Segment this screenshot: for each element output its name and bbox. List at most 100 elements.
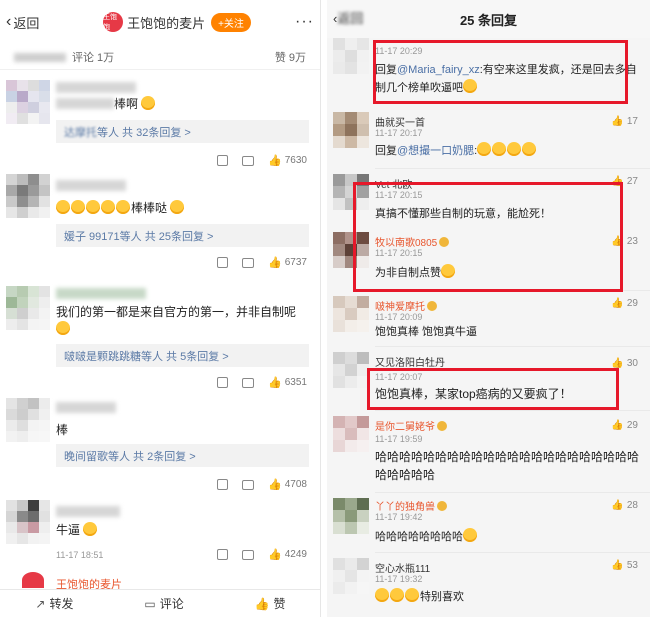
reply-summary-link[interactable]: 晚间留歌 等人 共 2条回复 > xyxy=(56,444,309,467)
avatar[interactable] xyxy=(6,500,50,544)
like-count: 6351 xyxy=(284,377,307,388)
crown-badge-icon xyxy=(437,501,447,511)
comment-icon[interactable] xyxy=(242,479,255,490)
stats-bar: 评论 1万 赞 9万 xyxy=(0,44,320,70)
reply-item: 丫丫的独角兽 11-17 19:42 👍 28 哈哈哈哈哈哈哈哈 xyxy=(327,494,650,550)
avatar[interactable] xyxy=(333,416,369,452)
avatar[interactable] xyxy=(6,398,50,442)
thumbs-up-icon[interactable]: 👍 xyxy=(268,376,282,389)
reply-like[interactable]: 👍 28 xyxy=(611,500,638,511)
thumbs-up-icon: 👍 xyxy=(611,298,624,309)
comment-button[interactable]: ▭ 评论 xyxy=(144,595,183,612)
comment-icon[interactable] xyxy=(242,549,255,560)
username[interactable]: 空心水瓶111 xyxy=(375,560,430,575)
reply-time: 11-17 20:17 xyxy=(375,128,423,138)
reply-summary-link[interactable]: 媛子 99171 等人 共 25条回复 > xyxy=(56,224,309,247)
likes-count[interactable]: 赞 9万 xyxy=(275,49,306,65)
reply-like[interactable]: 👍 17 xyxy=(611,116,638,127)
avatar[interactable] xyxy=(333,296,369,332)
username[interactable]: 是你二舅姥爷 xyxy=(375,418,447,433)
crown-badge-icon xyxy=(427,301,437,311)
reply-text: 饱饱真棒 饱饱真牛逼 xyxy=(375,326,478,338)
mention-link[interactable]: @想撮一口奶腮 xyxy=(397,145,474,157)
comment-actions: 👍 4249 xyxy=(201,548,307,561)
more-icon[interactable]: ··· xyxy=(278,13,314,31)
comment-actions: 👍 4708 xyxy=(201,478,307,491)
reply-summary-link[interactable]: 啵啵是颗跳跳糖 等人 共 5条回复 > xyxy=(56,344,309,367)
username[interactable]: 又见洛阳白牡丹 xyxy=(375,354,445,369)
avatar[interactable] xyxy=(22,572,44,588)
highlight-box xyxy=(353,182,623,292)
avatar[interactable] xyxy=(333,558,369,594)
reply-time: 11-17 20:09 xyxy=(375,312,423,322)
comment-text: 牛逼 xyxy=(56,522,309,539)
reply-text: 回复@想撮一口奶腮: xyxy=(375,142,640,160)
avatar[interactable] xyxy=(6,286,50,330)
blurred-username xyxy=(56,402,116,413)
thumbs-up-icon[interactable]: 👍 xyxy=(268,256,282,269)
blurred-text xyxy=(14,53,66,63)
comment-time: 11-17 18:51 xyxy=(56,550,104,560)
blurred-username xyxy=(56,180,126,191)
blurred-username xyxy=(56,288,146,299)
share-icon[interactable] xyxy=(217,155,229,166)
avatar[interactable] xyxy=(333,38,369,74)
username[interactable]: 曲就买一首 xyxy=(375,114,425,129)
reply-summary-link[interactable]: 达摩托 等人 共 32条回复 > xyxy=(56,120,309,143)
crown-badge-icon xyxy=(437,421,447,431)
share-icon[interactable] xyxy=(217,479,229,490)
thumbs-up-icon[interactable]: 👍 xyxy=(268,548,282,561)
comment-icon[interactable] xyxy=(242,377,255,388)
emoji-icon xyxy=(83,522,98,536)
account-header[interactable]: 王饱饱 王饱饱的麦片 +关注 xyxy=(76,12,278,32)
avatar[interactable] xyxy=(6,174,50,218)
comment-list-panel: ‹ 返回 王饱饱 王饱饱的麦片 +关注 ··· 评论 1万 赞 9万 棒啊 达摩… xyxy=(0,0,321,617)
emoji-icon xyxy=(170,200,185,214)
emoji-icon xyxy=(141,96,156,110)
comment-text: 棒棒哒 xyxy=(56,200,309,217)
reply-like[interactable]: 👍 29 xyxy=(611,420,638,431)
share-icon[interactable] xyxy=(217,257,229,268)
follow-button[interactable]: +关注 xyxy=(211,12,251,32)
thumbs-up-icon: 👍 xyxy=(254,596,270,611)
comments-count[interactable]: 评论 1万 xyxy=(72,52,114,64)
share-icon[interactable] xyxy=(217,549,229,560)
like-count: 4708 xyxy=(284,479,307,490)
back-button[interactable]: ‹ 返回 xyxy=(6,13,76,32)
avatar[interactable] xyxy=(333,498,369,534)
share-icon[interactable] xyxy=(217,377,229,388)
comment-icon[interactable] xyxy=(242,155,255,166)
username[interactable]: 啵神爱摩托 xyxy=(375,298,437,313)
reply-like[interactable]: 👍 53 xyxy=(611,560,638,571)
thumbs-up-icon[interactable]: 👍 xyxy=(268,154,282,167)
avatar[interactable] xyxy=(333,112,369,148)
emoji-icon xyxy=(56,321,70,335)
bottom-action-bar: ↗ 转发 ▭ 评论 👍 赞 xyxy=(0,589,320,617)
top-bar: ‹返回 25 条回复 xyxy=(327,0,650,38)
comment-text: 棒 xyxy=(56,423,69,437)
back-button[interactable]: ‹返回 xyxy=(333,8,363,27)
username[interactable]: 丫丫的独角兽 xyxy=(375,498,447,513)
divider xyxy=(375,492,650,493)
thumbs-up-icon[interactable]: 👍 xyxy=(268,478,282,491)
reply-like[interactable]: 👍 29 xyxy=(611,298,638,309)
blurred-username xyxy=(56,506,120,517)
like-count: 7630 xyxy=(284,155,307,166)
divider xyxy=(375,552,650,553)
highlight-box xyxy=(367,368,619,410)
reply-detail-panel: ‹返回 25 条回复 11-17 20:29 回复@Maria_fairy_xz… xyxy=(327,0,650,617)
avatar[interactable] xyxy=(333,352,369,388)
comment-item: 棒 晚间留歌 等人 共 2条回复 > 👍 4708 xyxy=(0,394,320,494)
comment-actions: 👍 6737 xyxy=(201,256,307,269)
divider xyxy=(375,346,650,347)
blurred-username xyxy=(56,82,136,93)
comment-item: 我们的第一都是来自官方的第一，并非自制呢 啵啵是颗跳跳糖 等人 共 5条回复 > … xyxy=(0,282,320,394)
comment-icon[interactable] xyxy=(242,257,255,268)
thumbs-up-icon: 👍 xyxy=(611,560,624,571)
avatar[interactable] xyxy=(6,80,50,124)
comment-actions: 👍 6351 xyxy=(201,376,307,389)
repost-icon: ↗ xyxy=(35,596,46,611)
like-button[interactable]: 👍 赞 xyxy=(255,595,286,612)
repost-button[interactable]: ↗ 转发 xyxy=(35,595,73,612)
comment-item: 棒啊 达摩托 等人 共 32条回复 > 👍 7630 xyxy=(0,76,320,174)
